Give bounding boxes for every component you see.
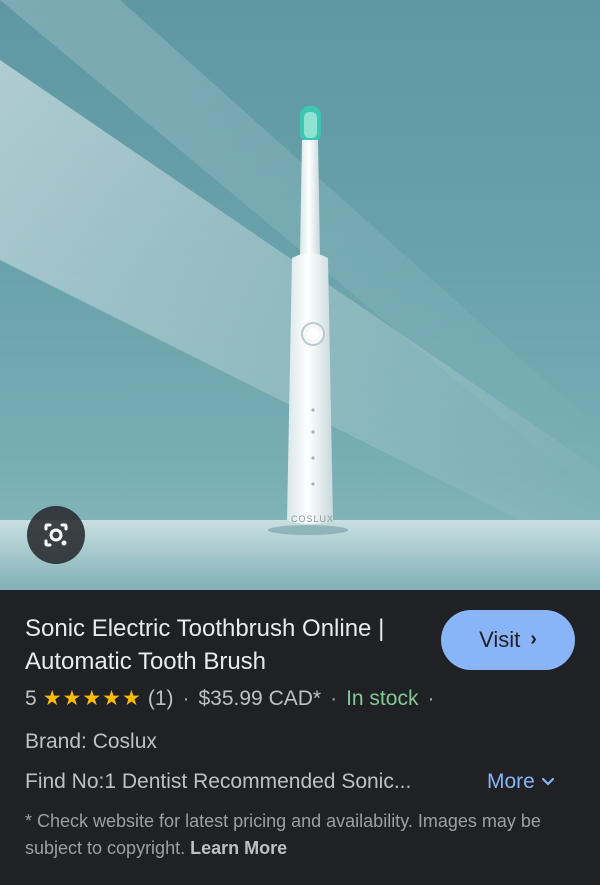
separator-dot: · [182, 686, 190, 710]
toothbrush-illustration [0, 0, 600, 590]
visit-button-label: Visit [479, 627, 521, 652]
chevron-down-icon [541, 777, 554, 786]
product-description: Find No:1 Dentist Recommended Sonic... [25, 770, 412, 793]
google-lens-icon [44, 523, 68, 547]
separator-dot: · [330, 686, 338, 710]
product-image[interactable]: COSLUX [0, 0, 600, 590]
more-button[interactable]: More [487, 770, 555, 794]
rating-value: 5 [25, 686, 37, 710]
star-rating-icon: ★★★★★ [42, 687, 142, 710]
product-info-panel: Sonic Electric Toothbrush Online | Autom… [0, 590, 600, 885]
visit-button[interactable]: Visit › [441, 610, 575, 670]
separator-dot: · [427, 686, 435, 710]
review-count[interactable]: (1) [148, 687, 174, 711]
learn-more-link[interactable]: Learn More [190, 838, 287, 858]
product-meta-row: 5 ★★★★★ (1) · $35.99 CAD* · In stock · [25, 686, 443, 711]
price: $35.99 CAD* [198, 686, 322, 710]
copyright-disclaimer: * Check website for latest pricing and a… [25, 808, 565, 862]
brand-line: Brand: Coslux [25, 730, 157, 753]
more-label: More [487, 770, 535, 793]
brand-logo: COSLUX [291, 514, 335, 524]
product-title[interactable]: Sonic Electric Toothbrush Online | Autom… [25, 612, 425, 678]
chevron-right-icon: › [530, 627, 537, 650]
google-lens-button[interactable] [27, 506, 85, 564]
stock-status: In stock [346, 686, 419, 710]
